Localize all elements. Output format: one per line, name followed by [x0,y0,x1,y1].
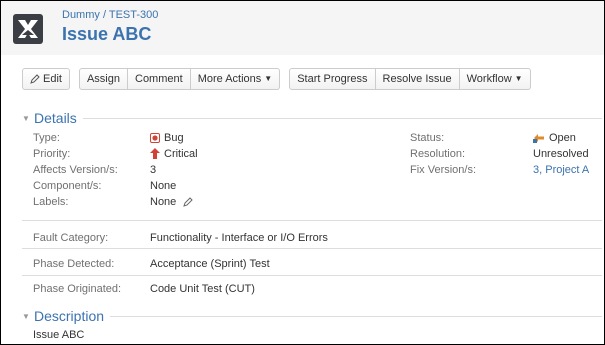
fault-category-label: Fault Category: [33,232,109,244]
issue-header: Dummy / TEST-300 Issue ABC [1,1,604,55]
description-heading: Description [34,308,111,324]
fix-version-label: Fix Version/s: [410,164,477,176]
pencil-icon [30,74,40,84]
comment-button-label: Comment [135,73,183,85]
type-value[interactable]: Bug [150,130,184,146]
affects-version-label: Affects Version/s: [33,164,118,176]
details-heading: Details [34,110,83,126]
more-actions-button[interactable]: More Actions ▼ [190,68,281,90]
fault-category-value: Functionality - Interface or I/O Errors [150,232,328,244]
labels-value-text: None [150,196,177,208]
priority-value[interactable]: Critical [150,146,198,162]
resolution-label: Resolution: [410,148,466,160]
workflow-button[interactable]: Workflow ▼ [459,68,531,90]
edit-button[interactable]: Edit [22,68,70,90]
divider [22,220,602,221]
pencil-icon[interactable] [183,197,194,207]
breadcrumb-issue-key-link[interactable]: TEST-300 [109,9,159,21]
labels-label: Labels: [33,196,69,208]
project-avatar-icon[interactable] [13,14,43,44]
labels-value: None [150,194,197,210]
components-value: None [150,180,177,192]
resolve-issue-button[interactable]: Resolve Issue [375,68,460,90]
affects-version-value: 3 [150,164,157,176]
breadcrumb-project-link[interactable]: Dummy [62,9,100,21]
more-actions-label: More Actions [197,73,262,85]
divider [22,275,602,276]
divider [22,248,602,249]
priority-label: Priority: [33,148,71,160]
bug-icon [150,133,160,144]
status-value-text: Open [549,132,576,144]
status-label: Status: [410,132,445,144]
issue-view: Dummy / TEST-300 Issue ABC Edit Assign C… [0,0,605,345]
description-section-toggle[interactable]: ▼ Description [22,308,602,324]
open-status-icon [533,134,544,144]
type-label: Type: [33,132,60,144]
issue-title[interactable]: Issue ABC [62,24,151,45]
resolution-value: Unresolved [533,148,589,160]
phase-originated-label: Phase Originated: [33,283,122,295]
comment-button[interactable]: Comment [128,68,191,90]
chevron-down-icon: ▼ [514,74,523,83]
phase-originated-value: Code Unit Test (CUT) [150,283,255,295]
edit-button-label: Edit [43,73,62,85]
assign-button[interactable]: Assign [78,68,128,90]
chevron-down-icon: ▼ [264,74,273,83]
workflow-label: Workflow [466,73,512,85]
start-progress-button[interactable]: Start Progress [289,68,376,90]
fix-version-link[interactable]: 3, Project A [533,162,589,178]
collapse-triangle-icon: ▼ [22,113,34,123]
breadcrumb-separator: / [99,9,109,21]
description-text: Issue ABC [33,329,85,341]
critical-priority-icon [150,148,160,160]
details-section-toggle[interactable]: ▼ Details [22,110,602,126]
phase-detected-label: Phase Detected: [33,258,115,270]
collapse-triangle-icon: ▼ [22,311,34,321]
priority-value-text: Critical [164,148,198,160]
breadcrumb: Dummy / TEST-300 [62,9,158,21]
start-progress-label: Start Progress [297,73,368,85]
components-label: Component/s: [33,180,102,192]
phase-detected-value: Acceptance (Sprint) Test [150,258,270,270]
type-value-text: Bug [164,132,184,144]
status-value: Open [533,130,576,146]
resolve-issue-label: Resolve Issue [382,73,452,85]
assign-button-label: Assign [86,73,120,85]
issue-toolbar: Edit Assign Comment More Actions ▼ Start … [22,68,531,90]
